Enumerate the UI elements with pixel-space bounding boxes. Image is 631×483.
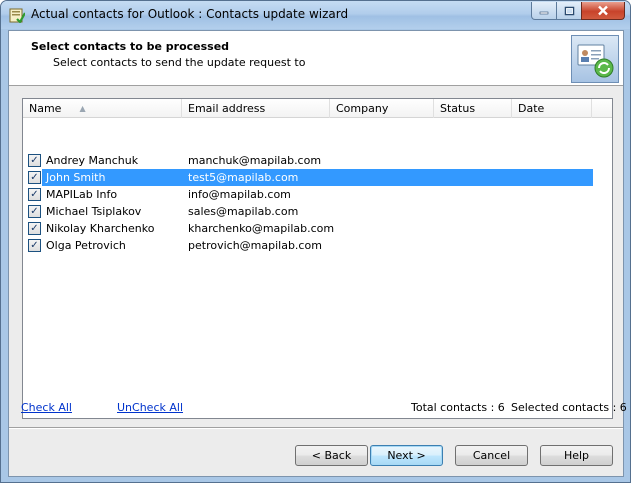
contact-card-refresh-icon <box>571 35 619 83</box>
close-icon <box>598 5 608 16</box>
next-button[interactable]: Next > <box>370 445 443 466</box>
contact-email: test5@mapilab.com <box>188 171 299 184</box>
row-checkbox[interactable]: ✓ <box>28 154 41 167</box>
contact-name: MAPILab Info <box>46 188 118 201</box>
row-checkbox[interactable]: ✓ <box>28 205 41 218</box>
contact-name: Olga Petrovich <box>46 239 126 252</box>
column-header-label: Name <box>29 102 62 115</box>
help-button[interactable]: Help <box>540 445 613 466</box>
cancel-button[interactable]: Cancel <box>455 445 528 466</box>
column-header-date[interactable]: Date <box>512 99 592 118</box>
wizard-client: Select contacts to be processed Select c… <box>8 30 627 477</box>
row-selection-highlight <box>42 169 593 186</box>
total-contacts-count: Total contacts : 6 <box>411 401 505 414</box>
table-row[interactable]: ✓ John Smith test5@mapilab.com <box>23 169 593 186</box>
title-bar[interactable]: Actual contacts for Outlook : Contacts u… <box>1 1 630 29</box>
contacts-list[interactable]: Name ▲ Email address Company Status Date … <box>22 98 613 419</box>
uncheck-all-link[interactable]: UnCheck All <box>117 401 183 414</box>
maximize-icon <box>564 6 574 15</box>
table-row[interactable]: ✓ Andrey Manchuk manchuk@mapilab.com <box>23 152 593 169</box>
window-title: Actual contacts for Outlook : Contacts u… <box>31 7 349 21</box>
step-subtitle: Select contacts to send the update reque… <box>53 56 306 69</box>
row-checkbox[interactable]: ✓ <box>28 239 41 252</box>
column-header-status[interactable]: Status <box>434 99 512 118</box>
row-checkbox[interactable]: ✓ <box>28 188 41 201</box>
contact-email: kharchenko@mapilab.com <box>188 222 335 235</box>
contact-email: petrovich@mapilab.com <box>188 239 322 252</box>
contact-name: Michael Tsiplakov <box>46 205 142 218</box>
sort-ascending-icon: ▲ <box>79 104 86 113</box>
check-all-link[interactable]: Check All <box>21 401 72 414</box>
step-title: Select contacts to be processed <box>31 40 230 53</box>
column-header-company[interactable]: Company <box>330 99 434 118</box>
back-button[interactable]: < Back <box>295 445 368 466</box>
minimize-icon <box>539 11 549 14</box>
table-row[interactable]: ✓ Michael Tsiplakov sales@mapilab.com <box>23 203 593 220</box>
row-checkbox[interactable]: ✓ <box>28 171 41 184</box>
contact-name: John Smith <box>46 171 106 184</box>
close-button[interactable] <box>581 2 625 20</box>
contact-name: Andrey Manchuk <box>46 154 139 167</box>
table-row[interactable]: ✓ Nikolay Kharchenko kharchenko@mapilab.… <box>23 220 593 237</box>
selected-contacts-count: Selected contacts : 6 <box>511 401 627 414</box>
table-row[interactable]: ✓ MAPILab Info info@mapilab.com <box>23 186 593 203</box>
wizard-window: Actual contacts for Outlook : Contacts u… <box>0 0 631 483</box>
column-header-email[interactable]: Email address <box>182 99 330 118</box>
table-row[interactable]: ✓ Olga Petrovich petrovich@mapilab.com <box>23 237 593 254</box>
app-icon <box>9 8 25 23</box>
wizard-header: Select contacts to be processed Select c… <box>9 31 623 86</box>
contact-email: manchuk@mapilab.com <box>188 154 322 167</box>
row-checkbox[interactable]: ✓ <box>28 222 41 235</box>
list-header: Name ▲ Email address Company Status Date <box>23 99 612 118</box>
contact-email: sales@mapilab.com <box>188 205 299 218</box>
contact-name: Nikolay Kharchenko <box>46 222 155 235</box>
column-header-name[interactable]: Name ▲ <box>23 99 182 118</box>
minimize-button[interactable] <box>531 2 557 20</box>
footer-divider <box>9 427 623 429</box>
maximize-button[interactable] <box>556 2 582 20</box>
contact-email: info@mapilab.com <box>188 188 291 201</box>
